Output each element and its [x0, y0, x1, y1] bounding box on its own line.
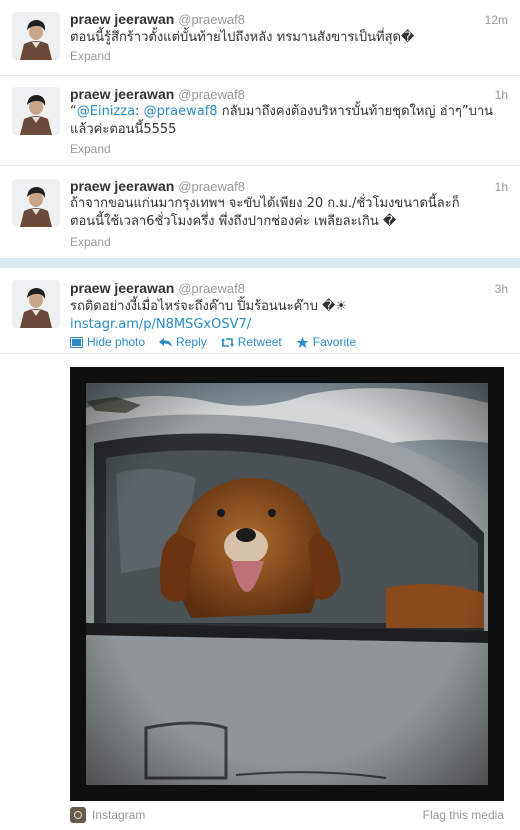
retweet-icon [220, 337, 234, 347]
tweet-timestamp[interactable]: 3h [495, 282, 508, 296]
tweet-text: รถติดอย่างงี้เมื่อไหร่จะถึงค๊าบ ปิ้มร้อน… [70, 299, 347, 314]
tweet-actions: Hide photo Reply Retweet Favorite [70, 335, 356, 349]
star-icon [296, 336, 309, 348]
tweet[interactable]: praew jeerawan @praewaf8 1h ถ้าจากขอนแก่น… [0, 166, 520, 258]
instagram-link[interactable]: instagr.am/p/N8MSGxOSV7/ [70, 317, 251, 332]
tweet-timestamp[interactable]: 1h [495, 180, 508, 194]
tweet[interactable]: praew jeerawan @praewaf8 12m ตอนนี้รู้สึก… [0, 0, 520, 76]
author-handle[interactable]: @praewaf8 [178, 87, 245, 102]
media-footer: Instagram Flag this media [70, 807, 504, 827]
author-name[interactable]: praew jeerawan @praewaf8 [70, 280, 245, 296]
expand-link[interactable]: Expand [70, 235, 111, 249]
hide-photo-button[interactable]: Hide photo [70, 335, 145, 349]
tweet-timestamp[interactable]: 12m [485, 13, 508, 27]
author-name[interactable]: praew jeerawan @praewaf8 [70, 11, 245, 27]
avatar[interactable] [12, 12, 60, 60]
author-name[interactable]: praew jeerawan @praewaf8 [70, 86, 245, 102]
retweet-button[interactable]: Retweet [220, 335, 282, 349]
tweet[interactable]: praew jeerawan @praewaf8 1h “@Einizza: @p… [0, 76, 520, 166]
dog-in-truck-photo [86, 383, 488, 785]
tweet-timestamp[interactable]: 1h [495, 88, 508, 102]
author-name[interactable]: praew jeerawan @praewaf8 [70, 178, 245, 194]
instagram-icon [70, 807, 86, 823]
author-handle[interactable]: @praewaf8 [178, 179, 245, 194]
instagram-attribution[interactable]: Instagram [70, 807, 145, 823]
mention-link[interactable]: @praewaf8 [144, 104, 218, 119]
author-handle[interactable]: @praewaf8 [178, 281, 245, 296]
tweet-text: “@Einizza: @praewaf8 กลับมาถึงคงต้องบริห… [70, 104, 494, 137]
author-handle[interactable]: @praewaf8 [178, 12, 245, 27]
avatar[interactable] [12, 280, 60, 328]
photo-icon [70, 336, 83, 348]
mention-link[interactable]: @Einizza [77, 104, 135, 119]
reply-button[interactable]: Reply [159, 335, 207, 349]
tweet-text: ถ้าจากขอนแก่นมากรุงเทพฯ จะขับได้เพียง 20… [70, 196, 460, 229]
expand-link[interactable]: Expand [70, 49, 111, 63]
tweet-text: ตอนนี้รู้สึกร้าวตั้งแต่บั้นท้ายไปถึงหลัง… [70, 30, 415, 45]
reply-icon [159, 337, 173, 347]
favorite-button[interactable]: Favorite [296, 335, 356, 349]
tweet-photo[interactable] [70, 367, 504, 801]
expand-link[interactable]: Expand [70, 142, 111, 156]
tweet-expanded[interactable]: praew jeerawan @praewaf8 3h รถติดอย่างงี้… [0, 268, 520, 830]
media-container: Instagram Flag this media [0, 353, 520, 830]
avatar[interactable] [12, 179, 60, 227]
flag-media-link[interactable]: Flag this media [423, 808, 504, 822]
avatar[interactable] [12, 87, 60, 135]
timeline-divider [0, 258, 520, 268]
